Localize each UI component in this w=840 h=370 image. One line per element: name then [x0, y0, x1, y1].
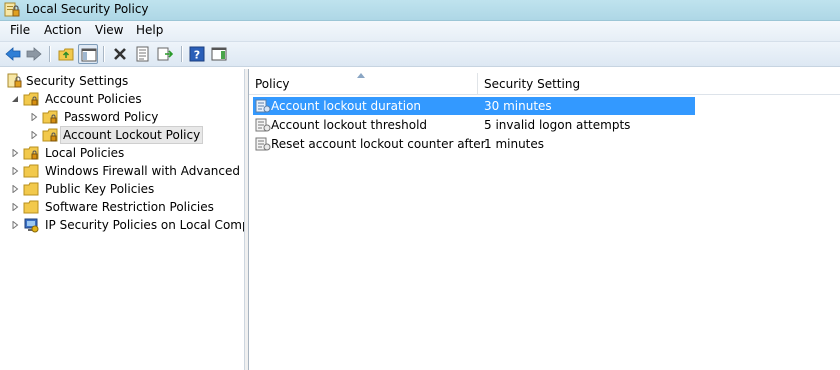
- export-list-icon: [157, 47, 173, 61]
- delete-icon: [114, 48, 126, 60]
- back-icon: [5, 47, 21, 61]
- column-header-policy[interactable]: Policy: [249, 73, 478, 95]
- delete-button[interactable]: [110, 44, 130, 64]
- properties-icon: [136, 46, 149, 62]
- ip-security-icon: [24, 218, 39, 233]
- show-hide-tree-button[interactable]: [78, 44, 98, 64]
- menu-view[interactable]: View: [93, 23, 125, 37]
- policy-setting-icon: [255, 118, 271, 132]
- table-row[interactable]: Reset account lockout counter after 1 mi…: [253, 135, 695, 153]
- locked-folder-icon: [42, 110, 58, 124]
- properties-button[interactable]: [133, 44, 153, 64]
- export-list-button[interactable]: [155, 44, 175, 64]
- expand-triangle-icon[interactable]: [30, 131, 38, 139]
- table-row[interactable]: Account lockout duration 30 minutes: [253, 97, 695, 115]
- expand-triangle-icon[interactable]: [11, 185, 19, 193]
- menu-bar: File Action View Help: [0, 21, 840, 42]
- list-pane: Policy Security Setting Account lockout …: [249, 69, 840, 370]
- policy-setting-icon: [255, 99, 271, 113]
- toolbar-separator: [49, 46, 50, 62]
- locked-folder-icon: [23, 146, 39, 160]
- table-row[interactable]: Account lockout threshold 5 invalid logo…: [253, 116, 695, 134]
- toolbar: ?: [0, 42, 840, 67]
- sort-ascending-icon: [357, 73, 365, 78]
- tree-item-account-lockout-policy[interactable]: Account Lockout Policy: [0, 126, 244, 144]
- tree-root-security-settings[interactable]: Security Settings: [0, 72, 244, 90]
- show-action-pane-button[interactable]: [209, 44, 229, 64]
- expand-triangle-icon[interactable]: [30, 113, 38, 121]
- locked-folder-icon: [23, 92, 39, 106]
- back-button[interactable]: [3, 44, 23, 64]
- locked-folder-icon: [42, 128, 58, 142]
- show-action-pane-icon: [211, 47, 227, 61]
- security-policy-icon: [4, 2, 20, 17]
- toolbar-separator: [181, 46, 182, 62]
- forward-icon: [26, 47, 42, 61]
- title-bar: Local Security Policy: [0, 0, 840, 21]
- forward-button[interactable]: [24, 44, 44, 64]
- expand-triangle-icon[interactable]: [11, 149, 19, 157]
- tree-item-account-policies[interactable]: Account Policies: [0, 90, 244, 108]
- help-button[interactable]: ?: [187, 44, 207, 64]
- security-settings-icon: [7, 73, 22, 88]
- tree-item-windows-firewall[interactable]: Windows Firewall with Advanced Secu: [0, 162, 244, 180]
- tree-item-software-restriction-policies[interactable]: Software Restriction Policies: [0, 198, 244, 216]
- up-level-button[interactable]: [56, 44, 76, 64]
- folder-icon: [23, 164, 39, 178]
- tree-pane: Security Settings Account Policies Passw…: [0, 69, 245, 370]
- menu-action[interactable]: Action: [42, 23, 84, 37]
- folder-icon: [23, 200, 39, 214]
- tree-item-ip-security-policies[interactable]: IP Security Policies on Local Compute: [0, 216, 244, 234]
- tree-item-password-policy[interactable]: Password Policy: [0, 108, 244, 126]
- svg-text:?: ?: [194, 49, 200, 62]
- up-folder-icon: [58, 48, 74, 61]
- expand-triangle-icon[interactable]: [11, 221, 19, 229]
- column-header-security-setting[interactable]: Security Setting: [478, 73, 840, 95]
- menu-help[interactable]: Help: [134, 23, 165, 37]
- policy-setting-icon: [255, 137, 271, 151]
- expand-triangle-icon[interactable]: [11, 167, 19, 175]
- collapse-triangle-icon[interactable]: [11, 95, 19, 103]
- show-hide-tree-icon: [81, 48, 97, 62]
- menu-file[interactable]: File: [8, 23, 32, 37]
- toolbar-separator: [103, 46, 104, 62]
- help-icon: ?: [189, 46, 205, 62]
- tree-item-public-key-policies[interactable]: Public Key Policies: [0, 180, 244, 198]
- window-title: Local Security Policy: [26, 2, 149, 16]
- folder-icon: [23, 182, 39, 196]
- tree-item-local-policies[interactable]: Local Policies: [0, 144, 244, 162]
- expand-triangle-icon[interactable]: [11, 203, 19, 211]
